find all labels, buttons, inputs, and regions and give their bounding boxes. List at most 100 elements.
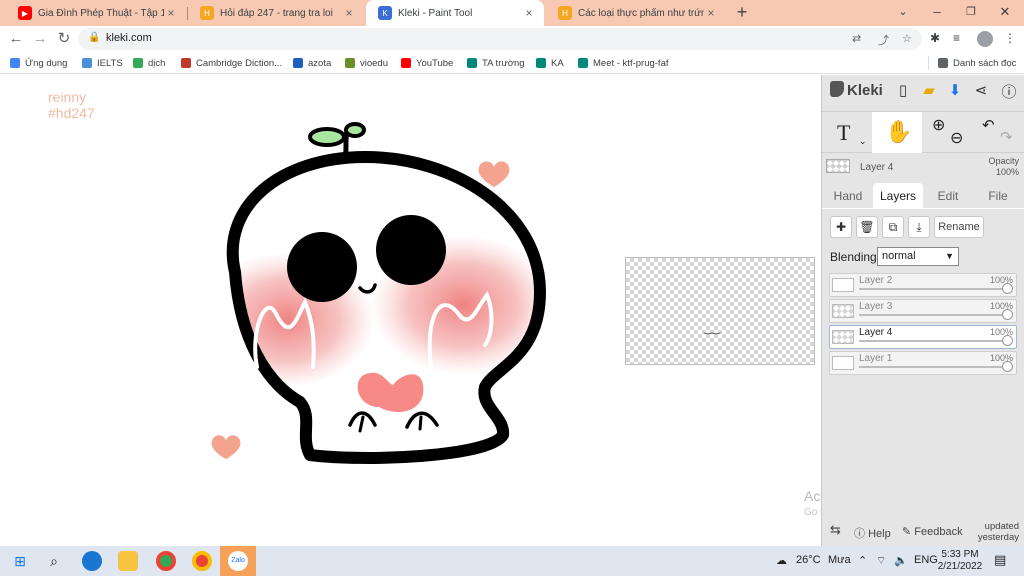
layer-row-3[interactable]: Layer 3 100% bbox=[829, 299, 1017, 323]
profile-avatar[interactable] bbox=[977, 31, 993, 47]
translate-icon[interactable]: ⇄ bbox=[852, 32, 861, 45]
bookmark-dich[interactable]: dịch bbox=[133, 56, 165, 70]
ielts-icon bbox=[82, 58, 92, 68]
notification-icon[interactable]: ▤ bbox=[994, 552, 1006, 568]
slider-knob[interactable] bbox=[1002, 335, 1013, 346]
chrome-icon[interactable] bbox=[156, 551, 176, 571]
minimize-icon[interactable]: – bbox=[920, 0, 954, 26]
redo-icon[interactable]: ↷ bbox=[1000, 128, 1013, 146]
bookmark-ka[interactable]: KA bbox=[536, 56, 564, 70]
close-icon[interactable]: × bbox=[342, 6, 356, 20]
zoom-out-icon[interactable]: ⊖ bbox=[950, 128, 963, 148]
help-circle-icon[interactable]: ⓘ bbox=[998, 81, 1020, 101]
tab-search-chevron-icon[interactable]: ⌄ bbox=[886, 0, 920, 26]
text-tool-button[interactable]: T ⌄ bbox=[822, 112, 872, 153]
language-indicator[interactable]: ENG bbox=[914, 554, 938, 566]
bookmark-youtube[interactable]: YouTube bbox=[401, 56, 453, 70]
tab-cac-loai-thuc-pham[interactable]: H Các loại thực phẩm như trứng, c × bbox=[546, 0, 726, 26]
address-bar[interactable]: 🔒 kleki.com ⇄ ⤴ ☆ bbox=[78, 28, 922, 50]
kebab-menu-icon[interactable]: ⋮ bbox=[1004, 31, 1016, 45]
help-button[interactable]: ⓘ Help bbox=[854, 525, 891, 541]
file-explorer-icon[interactable] bbox=[118, 551, 138, 571]
drawing-canvas[interactable]: reinny #hd247 ‿‿ Ac Go bbox=[0, 75, 821, 546]
back-arrow-icon[interactable]: ← bbox=[6, 29, 26, 49]
weather-condition[interactable]: Mưa bbox=[828, 554, 851, 566]
download-icon[interactable]: ⬇ bbox=[944, 81, 966, 101]
bookmark-reading-list[interactable]: Danh sách đọc bbox=[938, 56, 1016, 70]
bookmark-star-icon[interactable]: ☆ bbox=[902, 32, 912, 45]
vioedu-icon bbox=[345, 58, 355, 68]
kleki-logo: Kleki bbox=[830, 81, 883, 99]
extensions-puzzle-icon[interactable]: ✱ bbox=[930, 31, 940, 45]
zoom-in-icon[interactable]: ⊕ bbox=[932, 115, 945, 135]
chevron-up-icon[interactable]: ⌃ bbox=[858, 554, 867, 567]
bookmark-cambridge[interactable]: Cambridge Diction... bbox=[181, 56, 282, 70]
youtube-icon bbox=[401, 58, 411, 68]
tab-title: Gia Đình Phép Thuật - Tập 151 | bbox=[38, 7, 164, 19]
bookmark-ta-truong[interactable]: TA trường bbox=[467, 56, 525, 70]
share-icon[interactable]: ⋖ bbox=[970, 81, 992, 101]
edge-icon[interactable] bbox=[82, 551, 102, 571]
share-icon[interactable]: ⤴ bbox=[878, 32, 889, 48]
bookmark-meet[interactable]: Meet - ktf-prug-faf bbox=[578, 56, 669, 70]
feedback-button[interactable]: ✎ Feedback bbox=[902, 525, 963, 538]
duplicate-layer-icon[interactable]: ⧉ bbox=[882, 216, 904, 238]
rename-layer-button[interactable]: Rename bbox=[934, 216, 984, 238]
url-text[interactable]: kleki.com bbox=[106, 32, 152, 44]
chrome-icon[interactable] bbox=[192, 551, 212, 571]
search-icon[interactable]: ⌕ bbox=[44, 551, 64, 571]
watermark-text: reinny bbox=[48, 89, 87, 105]
merge-down-icon[interactable]: ⤓ bbox=[908, 216, 930, 238]
slider-knob[interactable] bbox=[1002, 283, 1013, 294]
temperature[interactable]: 26°C bbox=[796, 554, 821, 566]
forward-arrow-icon[interactable]: → bbox=[30, 29, 50, 49]
updated-notice[interactable]: updated yesterday bbox=[978, 521, 1019, 543]
bookmark-ielts[interactable]: IELTS bbox=[82, 56, 123, 70]
layer-opacity-slider[interactable] bbox=[859, 366, 1007, 368]
delete-layer-icon[interactable]: 🗑 bbox=[856, 216, 878, 238]
weather-icon[interactable]: ☁ bbox=[776, 554, 787, 567]
tab-kleki-paint-tool[interactable]: K Kleki - Paint Tool × bbox=[366, 0, 544, 26]
open-folder-icon[interactable]: ▰ bbox=[918, 81, 940, 101]
layer-row-2[interactable]: Layer 2 100% bbox=[829, 273, 1017, 297]
tab-gia-dinh-phep-thuat[interactable]: ▶ Gia Đình Phép Thuật - Tập 151 | × bbox=[6, 0, 186, 26]
bookmark-ung-dung[interactable]: Ứng dụng bbox=[10, 56, 67, 70]
tab-hoi-dap-247[interactable]: H Hỏi đáp 247 - trang tra loi × bbox=[188, 0, 364, 26]
windows-start-icon[interactable]: ⊞ bbox=[10, 551, 30, 571]
layer-opacity-slider[interactable] bbox=[859, 314, 1007, 316]
zalo-icon[interactable]: Zalo bbox=[228, 551, 248, 571]
tab-layers[interactable]: Layers bbox=[873, 183, 923, 209]
bookmark-label: Ứng dụng bbox=[25, 57, 68, 69]
slider-knob[interactable] bbox=[1002, 361, 1013, 372]
add-layer-button[interactable]: ✚ bbox=[830, 216, 852, 238]
tab-edit[interactable]: Edit bbox=[926, 183, 970, 209]
close-icon[interactable]: × bbox=[164, 6, 178, 20]
tab-hand[interactable]: Hand bbox=[826, 183, 870, 209]
reload-icon[interactable]: ↻ bbox=[54, 29, 74, 49]
blending-mode-select[interactable]: normal ▼ bbox=[877, 247, 959, 266]
undo-icon[interactable]: ↶ bbox=[982, 116, 995, 134]
layer-opacity-slider[interactable] bbox=[859, 288, 1007, 290]
close-window-icon[interactable]: ✕ bbox=[988, 0, 1022, 26]
swap-icon[interactable]: ⇆ bbox=[830, 522, 841, 538]
lock-icon[interactable]: 🔒 bbox=[88, 32, 100, 43]
close-icon[interactable]: × bbox=[704, 6, 718, 20]
bookmark-label: Cambridge Diction... bbox=[196, 57, 283, 69]
new-tab-button[interactable]: + bbox=[732, 3, 752, 23]
tab-file[interactable]: File bbox=[976, 183, 1020, 209]
network-icon[interactable]: ⌔ bbox=[876, 554, 886, 568]
taskbar-clock[interactable]: 5:33 PM 2/21/2022 bbox=[936, 549, 984, 573]
bookmark-azota[interactable]: azota bbox=[293, 56, 331, 70]
new-file-icon[interactable]: ▯ bbox=[892, 81, 914, 101]
bookmark-vioedu[interactable]: vioedu bbox=[345, 56, 388, 70]
restore-icon[interactable]: ❐ bbox=[954, 0, 988, 26]
volume-icon[interactable]: 🔈 bbox=[894, 554, 908, 567]
close-icon[interactable]: × bbox=[522, 6, 536, 20]
layer-row-1[interactable]: Layer 1 100% bbox=[829, 351, 1017, 375]
layer-opacity-slider[interactable] bbox=[859, 340, 1007, 342]
chevron-down-icon[interactable]: ⌄ bbox=[859, 136, 867, 147]
hand-tool-button[interactable]: ✋ bbox=[872, 112, 922, 153]
reading-list-icon[interactable]: ≡ bbox=[953, 31, 960, 45]
slider-knob[interactable] bbox=[1002, 309, 1013, 320]
layer-row-4[interactable]: Layer 4 100% bbox=[829, 325, 1017, 349]
